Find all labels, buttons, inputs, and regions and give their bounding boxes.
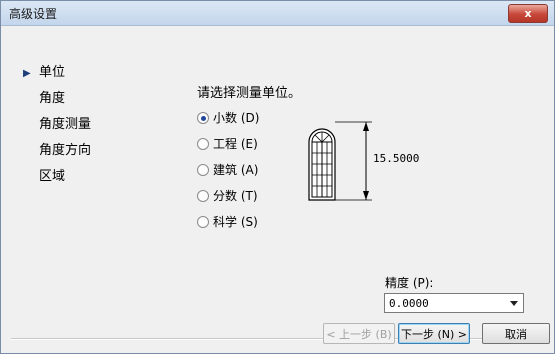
nav-item-angle-direction[interactable]: 角度方向	[23, 143, 91, 169]
radio-hotkey: (T)	[240, 189, 258, 203]
radio-hotkey: (D)	[240, 111, 260, 125]
radio-button[interactable]	[197, 190, 209, 202]
radio-architectural[interactable]: 建筑 (A)	[197, 163, 259, 189]
radio-decimal[interactable]: 小数 (D)	[197, 111, 259, 137]
precision-label: 精度 (P):	[385, 276, 434, 290]
nav-item-label: 角度测量	[39, 117, 92, 132]
nav-item-angle[interactable]: 角度	[23, 91, 91, 117]
nav-item-label: 单位	[39, 65, 66, 80]
radio-button[interactable]	[197, 138, 209, 150]
chevron-down-icon[interactable]	[510, 301, 518, 306]
nav-item-area[interactable]: 区域	[23, 169, 91, 195]
radio-button[interactable]	[197, 164, 209, 176]
dialog-body: ▶ 单位 角度 角度测量 角度方向 区域 请选择测量单位。 小数 (D) 工程 …	[1, 26, 554, 353]
radio-button-checked[interactable]	[197, 112, 209, 124]
radio-hotkey: (S)	[240, 215, 258, 229]
wizard-nav: ▶ 单位 角度 角度测量 角度方向 区域	[23, 65, 91, 195]
nav-item-label: 角度	[39, 91, 66, 106]
radio-button[interactable]	[197, 216, 209, 228]
next-button[interactable]: 下一步 (N) >	[398, 323, 470, 344]
radio-label: 小数	[213, 111, 238, 125]
window-title: 高级设置	[9, 7, 58, 21]
close-icon: x	[524, 7, 532, 20]
radio-fractional[interactable]: 分数 (T)	[197, 189, 259, 215]
instruction-text: 请选择测量单位。	[197, 86, 302, 101]
cancel-button[interactable]: 取消	[482, 323, 550, 344]
radio-label: 科学	[213, 215, 238, 229]
radio-engineering[interactable]: 工程 (E)	[197, 137, 259, 163]
close-button[interactable]: x	[508, 4, 548, 23]
current-step-arrow-icon: ▶	[23, 68, 31, 79]
nav-item-label: 角度方向	[39, 143, 92, 158]
precision-select[interactable]: 0.0000	[384, 293, 524, 313]
precision-value: 0.0000	[389, 297, 429, 310]
radio-label: 工程	[213, 137, 238, 151]
units-radio-group: 小数 (D) 工程 (E) 建筑 (A) 分数 (T) 科学 (S)	[197, 111, 259, 241]
radio-hotkey: (A)	[240, 163, 259, 177]
advanced-settings-dialog: 高级设置 x ▶ 单位 角度 角度测量 角度方向 区域 请选择测量单位。 小数 …	[0, 0, 555, 354]
nav-item-angle-measure[interactable]: 角度测量	[23, 117, 91, 143]
radio-label: 建筑	[213, 163, 238, 177]
radio-scientific[interactable]: 科学 (S)	[197, 215, 259, 241]
nav-item-label: 区域	[39, 169, 66, 184]
dimension-value-label: 15.5000	[373, 152, 420, 165]
back-button[interactable]: < 上一步 (B)	[323, 323, 395, 344]
title-bar[interactable]: 高级设置 x	[1, 1, 554, 26]
radio-label: 分数	[213, 189, 238, 203]
nav-item-units[interactable]: ▶ 单位	[23, 65, 91, 91]
radio-hotkey: (E)	[240, 137, 258, 151]
